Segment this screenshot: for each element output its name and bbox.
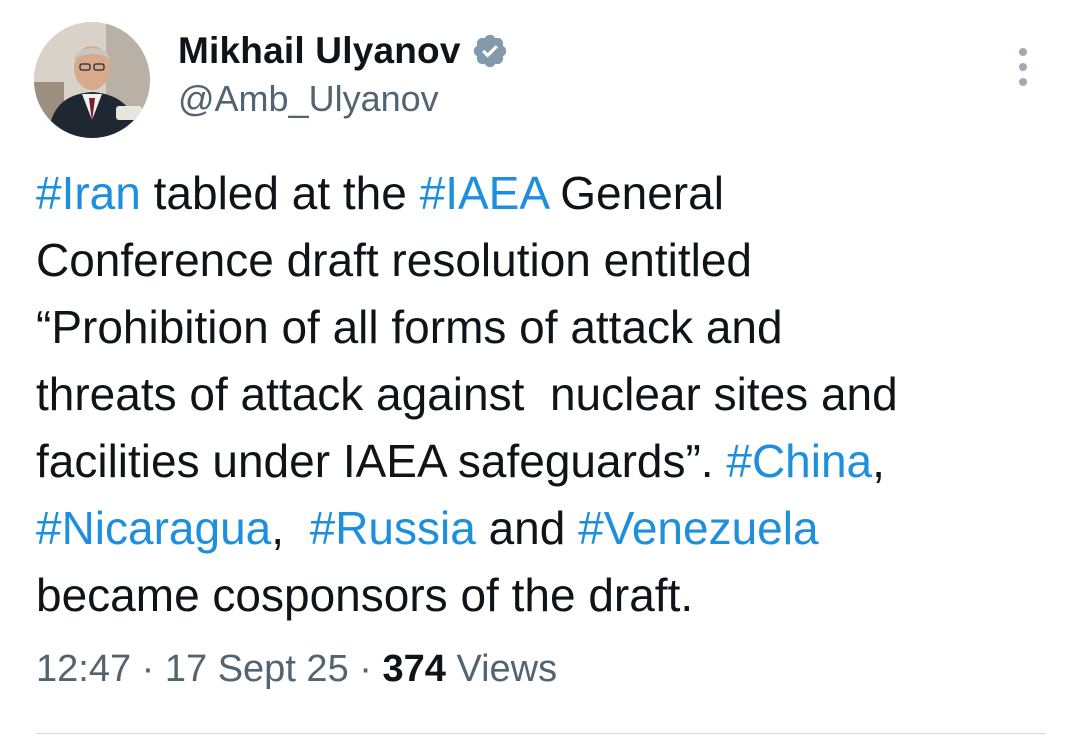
hashtag-link[interactable]: #Venezuela xyxy=(578,502,818,554)
author-row: Mikhail Ulyanov xyxy=(178,28,509,74)
tweet-time[interactable]: 12:47 xyxy=(36,648,131,690)
tweet-text-segment: became cosponsors of the draft. xyxy=(36,569,694,621)
divider xyxy=(36,733,1046,734)
meta-separator: · xyxy=(131,648,165,690)
avatar-photo xyxy=(34,22,150,138)
hashtag-link[interactable]: #Russia xyxy=(310,502,476,554)
hashtag-link[interactable]: #IAEA xyxy=(420,167,548,219)
hashtag-link[interactable]: #China xyxy=(726,435,872,487)
tweet-card: Mikhail Ulyanov @Amb_Ulyanov #Iran table… xyxy=(0,0,1080,749)
views-count[interactable]: 374 xyxy=(382,648,445,690)
tweet-text: #Iran tabled at the #IAEA General Confer… xyxy=(36,160,1056,629)
verified-badge-icon[interactable] xyxy=(471,32,509,70)
hashtag-link[interactable]: #Nicaragua xyxy=(36,502,271,554)
author-name[interactable]: Mikhail Ulyanov xyxy=(178,30,461,72)
tweet-text-segment: , xyxy=(271,502,310,554)
more-options-icon[interactable] xyxy=(1008,46,1038,88)
tweet-text-segment: , xyxy=(872,435,885,487)
tweet-text-segment: tabled at the xyxy=(140,167,420,219)
meta-separator: · xyxy=(348,648,383,690)
avatar[interactable] xyxy=(34,22,150,138)
tweet-text-segment: and xyxy=(475,502,579,554)
author-handle[interactable]: @Amb_Ulyanov xyxy=(178,78,439,120)
tweet-meta: 12:47 · 17 Sept 25 · 374 Views xyxy=(36,648,557,691)
views-label[interactable]: Views xyxy=(446,648,557,690)
tweet-date[interactable]: 17 Sept 25 xyxy=(165,648,349,690)
hashtag-link[interactable]: #Iran xyxy=(36,167,141,219)
